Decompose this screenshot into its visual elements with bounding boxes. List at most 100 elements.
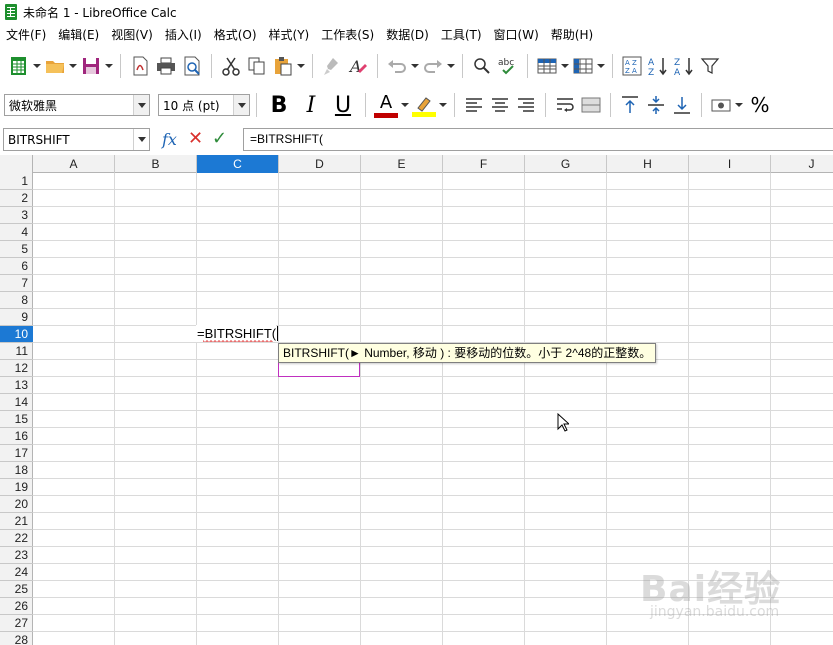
highlight-color-button[interactable] bbox=[410, 94, 438, 117]
font-color-button[interactable]: A bbox=[372, 92, 400, 118]
row-header[interactable]: 12 bbox=[0, 360, 33, 377]
align-right-icon[interactable] bbox=[513, 91, 539, 119]
align-top-icon[interactable] bbox=[617, 91, 643, 119]
row-header[interactable]: 17 bbox=[0, 445, 33, 462]
menu-styles[interactable]: 样式(Y) bbox=[263, 25, 316, 45]
wrap-text-icon[interactable] bbox=[552, 91, 578, 119]
row-header[interactable]: 19 bbox=[0, 479, 33, 496]
column-header[interactable]: F bbox=[443, 155, 525, 173]
row-icon[interactable] bbox=[534, 52, 560, 80]
row-header[interactable]: 4 bbox=[0, 224, 33, 241]
column-header[interactable]: J bbox=[771, 155, 833, 173]
column-header[interactable]: H bbox=[607, 155, 689, 173]
row-header[interactable]: 28 bbox=[0, 632, 33, 645]
copy-icon[interactable] bbox=[244, 52, 270, 80]
row-header[interactable]: 20 bbox=[0, 496, 33, 513]
save-dropdown-arrow[interactable] bbox=[104, 52, 114, 80]
column-header-active[interactable]: C bbox=[197, 155, 279, 173]
open-folder-icon[interactable] bbox=[42, 52, 68, 80]
menu-edit[interactable]: 编辑(E) bbox=[52, 25, 105, 45]
row-header[interactable]: 25 bbox=[0, 581, 33, 598]
select-all-corner[interactable] bbox=[0, 155, 33, 173]
accept-icon[interactable]: ✓ bbox=[212, 128, 227, 149]
row-header[interactable]: 11 bbox=[0, 343, 33, 360]
find-replace-icon[interactable] bbox=[469, 52, 495, 80]
row-header[interactable]: 1 bbox=[0, 173, 33, 190]
column-dropdown-arrow[interactable] bbox=[596, 52, 606, 80]
merge-cells-icon[interactable] bbox=[578, 91, 604, 119]
spelling-icon[interactable]: abc bbox=[495, 52, 521, 80]
open-dropdown-arrow[interactable] bbox=[68, 52, 78, 80]
column-header[interactable]: E bbox=[361, 155, 443, 173]
cut-icon[interactable] bbox=[218, 52, 244, 80]
column-header[interactable]: A bbox=[33, 155, 115, 173]
menu-view[interactable]: 视图(V) bbox=[105, 25, 159, 45]
name-box[interactable]: BITRSHIFT bbox=[3, 128, 150, 151]
row-header[interactable]: 7 bbox=[0, 275, 33, 292]
row-header[interactable]: 14 bbox=[0, 394, 33, 411]
row-header[interactable]: 5 bbox=[0, 241, 33, 258]
menu-help[interactable]: 帮助(H) bbox=[545, 25, 599, 45]
undo-dropdown-arrow[interactable] bbox=[410, 52, 420, 80]
column-header[interactable]: B bbox=[115, 155, 197, 173]
font-name-combo[interactable]: 微软雅黑 bbox=[4, 94, 150, 116]
align-bottom-icon[interactable] bbox=[669, 91, 695, 119]
column-header[interactable]: G bbox=[525, 155, 607, 173]
column-header[interactable]: D bbox=[279, 155, 361, 173]
menu-file[interactable]: 文件(F) bbox=[0, 25, 52, 45]
currency-dropdown-arrow[interactable] bbox=[734, 91, 744, 119]
clear-formatting-icon[interactable]: A bbox=[345, 52, 371, 80]
row-header[interactable]: 9 bbox=[0, 309, 33, 326]
print-icon[interactable] bbox=[153, 52, 179, 80]
autofilter-icon[interactable] bbox=[697, 52, 723, 80]
chevron-down-icon[interactable] bbox=[133, 129, 149, 150]
row-header[interactable]: 13 bbox=[0, 377, 33, 394]
row-header[interactable]: 22 bbox=[0, 530, 33, 547]
redo-dropdown-arrow[interactable] bbox=[446, 52, 456, 80]
row-header[interactable]: 15 bbox=[0, 411, 33, 428]
menu-tools[interactable]: 工具(T) bbox=[435, 25, 488, 45]
export-pdf-icon[interactable] bbox=[127, 52, 153, 80]
row-header[interactable]: 18 bbox=[0, 462, 33, 479]
column-header[interactable]: I bbox=[689, 155, 771, 173]
function-wizard-icon[interactable]: fx bbox=[162, 130, 177, 149]
chevron-down-icon[interactable] bbox=[233, 95, 249, 115]
row-header[interactable]: 3 bbox=[0, 207, 33, 224]
row-header[interactable]: 24 bbox=[0, 564, 33, 581]
new-spreadsheet-icon[interactable] bbox=[6, 52, 32, 80]
menu-window[interactable]: 窗口(W) bbox=[488, 25, 545, 45]
align-left-icon[interactable] bbox=[461, 91, 487, 119]
clone-formatting-icon[interactable] bbox=[319, 52, 345, 80]
chevron-down-icon[interactable] bbox=[133, 95, 149, 115]
bold-button[interactable]: B bbox=[263, 91, 295, 119]
row-header[interactable]: 16 bbox=[0, 428, 33, 445]
row-header[interactable]: 6 bbox=[0, 258, 33, 275]
undo-icon[interactable] bbox=[384, 52, 410, 80]
sort-icon[interactable]: A ZZ A bbox=[619, 52, 645, 80]
row-header[interactable]: 27 bbox=[0, 615, 33, 632]
menu-sheet[interactable]: 工作表(S) bbox=[315, 25, 380, 45]
italic-button[interactable]: I bbox=[295, 91, 327, 119]
row-dropdown-arrow[interactable] bbox=[560, 52, 570, 80]
save-icon[interactable] bbox=[78, 52, 104, 80]
row-header[interactable]: 8 bbox=[0, 292, 33, 309]
font-size-combo[interactable]: 10 点 (pt) bbox=[158, 94, 250, 116]
row-header[interactable]: 21 bbox=[0, 513, 33, 530]
align-center-icon[interactable] bbox=[487, 91, 513, 119]
formula-input[interactable]: =BITRSHIFT( bbox=[243, 128, 833, 151]
row-header[interactable]: 23 bbox=[0, 547, 33, 564]
row-header[interactable]: 26 bbox=[0, 598, 33, 615]
paste-icon[interactable] bbox=[270, 52, 296, 80]
paste-dropdown-arrow[interactable] bbox=[296, 52, 306, 80]
underline-button[interactable]: U bbox=[327, 91, 359, 119]
highlight-dropdown-arrow[interactable] bbox=[438, 91, 448, 119]
sort-descending-icon[interactable]: ZA bbox=[671, 52, 697, 80]
print-preview-icon[interactable] bbox=[179, 52, 205, 80]
cancel-icon[interactable]: ✕ bbox=[188, 128, 203, 149]
menu-data[interactable]: 数据(D) bbox=[380, 25, 435, 45]
column-icon[interactable] bbox=[570, 52, 596, 80]
menu-insert[interactable]: 插入(I) bbox=[159, 25, 208, 45]
font-color-dropdown-arrow[interactable] bbox=[400, 91, 410, 119]
redo-icon[interactable] bbox=[420, 52, 446, 80]
menu-format[interactable]: 格式(O) bbox=[208, 25, 263, 45]
